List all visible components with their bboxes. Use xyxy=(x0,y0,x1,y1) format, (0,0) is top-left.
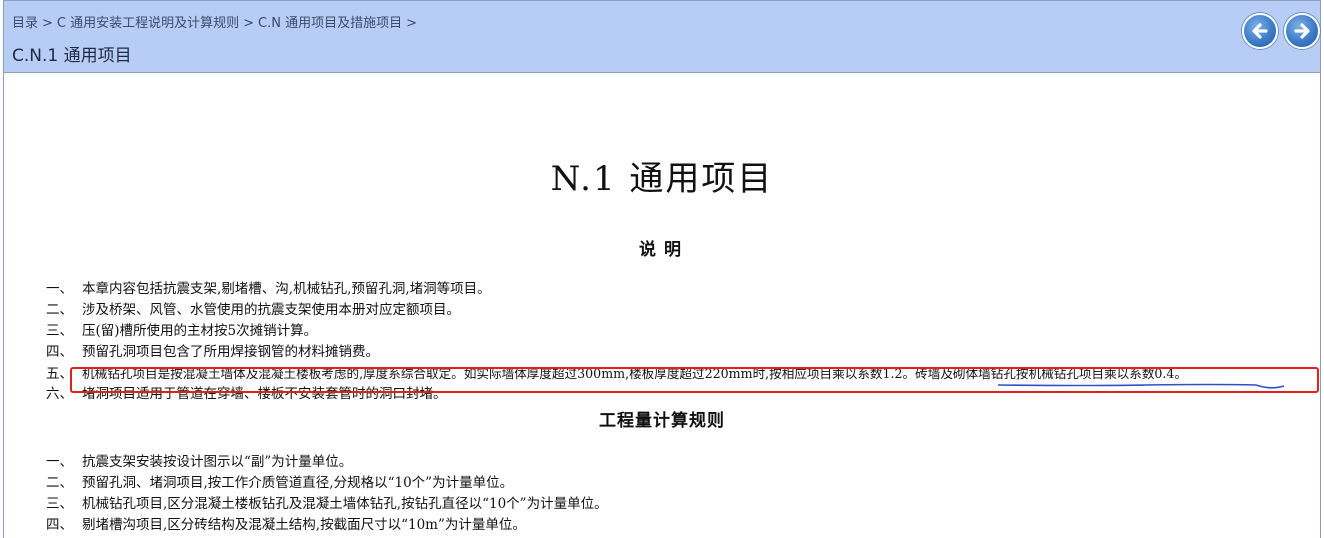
breadcrumb-item-catalog[interactable]: 目录 xyxy=(12,16,38,31)
breadcrumb-item-chapter-c[interactable]: C 通用安装工程说明及计算规则 xyxy=(57,16,239,31)
list-item: 二、 预留孔洞、堵洞项目,按工作介质管道直径,分规格以“10个”为计量单位。 xyxy=(46,473,608,494)
item-number: 四、 xyxy=(46,517,73,533)
breadcrumb-separator: > xyxy=(406,16,418,31)
arrow-left-icon xyxy=(1252,23,1268,39)
item-text: 本章内容包括抗震支架,剔堵槽、沟,机械钻孔,预留孔洞,堵洞等项目。 xyxy=(82,281,491,297)
list-item: 一、 抗震支架安装按设计图示以“副”为计量单位。 xyxy=(46,452,608,473)
rules-heading: 工程量计算规则 xyxy=(599,411,725,431)
forward-button[interactable] xyxy=(1284,13,1320,49)
list-item: 三、 压(留)槽所使用的主材按5次摊销计算。 xyxy=(46,321,1187,342)
breadcrumb-separator: > xyxy=(42,16,53,31)
item-text: 堵洞项目适用于管道在穿墙、楼板不安装套管时的洞口封堵。 xyxy=(82,386,447,402)
item-text: 涉及桥架、风管、水管使用的抗震支架使用本册对应定额项目。 xyxy=(82,302,460,318)
item-number: 一、 xyxy=(46,454,73,470)
arrow-right-icon xyxy=(1294,23,1310,39)
notes-list: 一、 本章内容包括抗震支架,剔堵槽、沟,机械钻孔,预留孔洞,堵洞等项目。 二、 涉及… xyxy=(46,279,1187,405)
item-number: 四、 xyxy=(46,344,73,360)
list-item: 三、 机械钻孔项目,区分混凝土楼板钻孔及混凝土墙体钻孔,按钻孔直径以“10个”为计… xyxy=(46,494,608,515)
item-number: 二、 xyxy=(46,475,73,491)
item-text: 抗震支架安装按设计图示以“副”为计量单位。 xyxy=(82,454,353,470)
breadcrumb-separator: > xyxy=(243,16,255,31)
item-number: 三、 xyxy=(46,496,73,512)
list-item: 五、 机械钻孔项目是按混凝土墙体及混凝土楼板考虑的,厚度系综合取定。如实际墙体厚度… xyxy=(46,363,1187,384)
document-content: N.1 通用项目 说明 一、 本章内容包括抗震支架,剔堵槽、沟,机械钻孔,预留孔洞… xyxy=(0,73,1324,538)
item-text: 预留孔洞、堵洞项目,按工作介质管道直径,分规格以“10个”为计量单位。 xyxy=(82,475,514,491)
rules-list: 一、 抗震支架安装按设计图示以“副”为计量单位。 二、 预留孔洞、堵洞项目,按工作介… xyxy=(46,452,608,536)
list-item: 六、 堵洞项目适用于管道在穿墙、楼板不安装套管时的洞口封堵。 xyxy=(46,384,1187,405)
notes-heading: 说明 xyxy=(639,240,689,260)
item-number: 一、 xyxy=(46,281,73,297)
back-button[interactable] xyxy=(1242,13,1278,49)
page-header: 目录 > C 通用安装工程说明及计算规则 > C.N 通用项目及措施项目 > C.N.1 … xyxy=(3,0,1321,73)
document-title: N.1 通用项目 xyxy=(550,159,774,199)
item-number: 五、 xyxy=(46,366,73,382)
list-item: 一、 本章内容包括抗震支架,剔堵槽、沟,机械钻孔,预留孔洞,堵洞等项目。 xyxy=(46,279,1187,300)
item-number: 六、 xyxy=(46,386,73,402)
breadcrumb-item-section-cn[interactable]: C.N 通用项目及措施项目 xyxy=(258,16,402,31)
list-item: 二、 涉及桥架、风管、水管使用的抗震支架使用本册对应定额项目。 xyxy=(46,300,1187,321)
breadcrumb: 目录 > C 通用安装工程说明及计算规则 > C.N 通用项目及措施项目 > xyxy=(12,12,421,31)
page-title: C.N.1 通用项目 xyxy=(12,46,132,66)
item-number: 三、 xyxy=(46,323,73,339)
item-text: 机械钻孔项目,区分混凝土楼板钻孔及混凝土墙体钻孔,按钻孔直径以“10个”为计量单… xyxy=(82,496,608,512)
item-number: 二、 xyxy=(46,302,73,318)
list-item: 四、 剔堵槽沟项目,区分砖结构及混凝土结构,按截面尺寸以“10m”为计量单位。 xyxy=(46,515,608,536)
item-text: 机械钻孔项目是按混凝土墙体及混凝土楼板考虑的,厚度系综合取定。如实际墙体厚度超过… xyxy=(82,366,1188,381)
item-text: 预留孔洞项目包含了所用焊接钢管的材料摊销费。 xyxy=(82,344,379,360)
item-text: 压(留)槽所使用的主材按5次摊销计算。 xyxy=(82,323,318,339)
list-item: 四、 预留孔洞项目包含了所用焊接钢管的材料摊销费。 xyxy=(46,342,1187,363)
item-text: 剔堵槽沟项目,区分砖结构及混凝土结构,按截面尺寸以“10m”为计量单位。 xyxy=(82,517,526,533)
